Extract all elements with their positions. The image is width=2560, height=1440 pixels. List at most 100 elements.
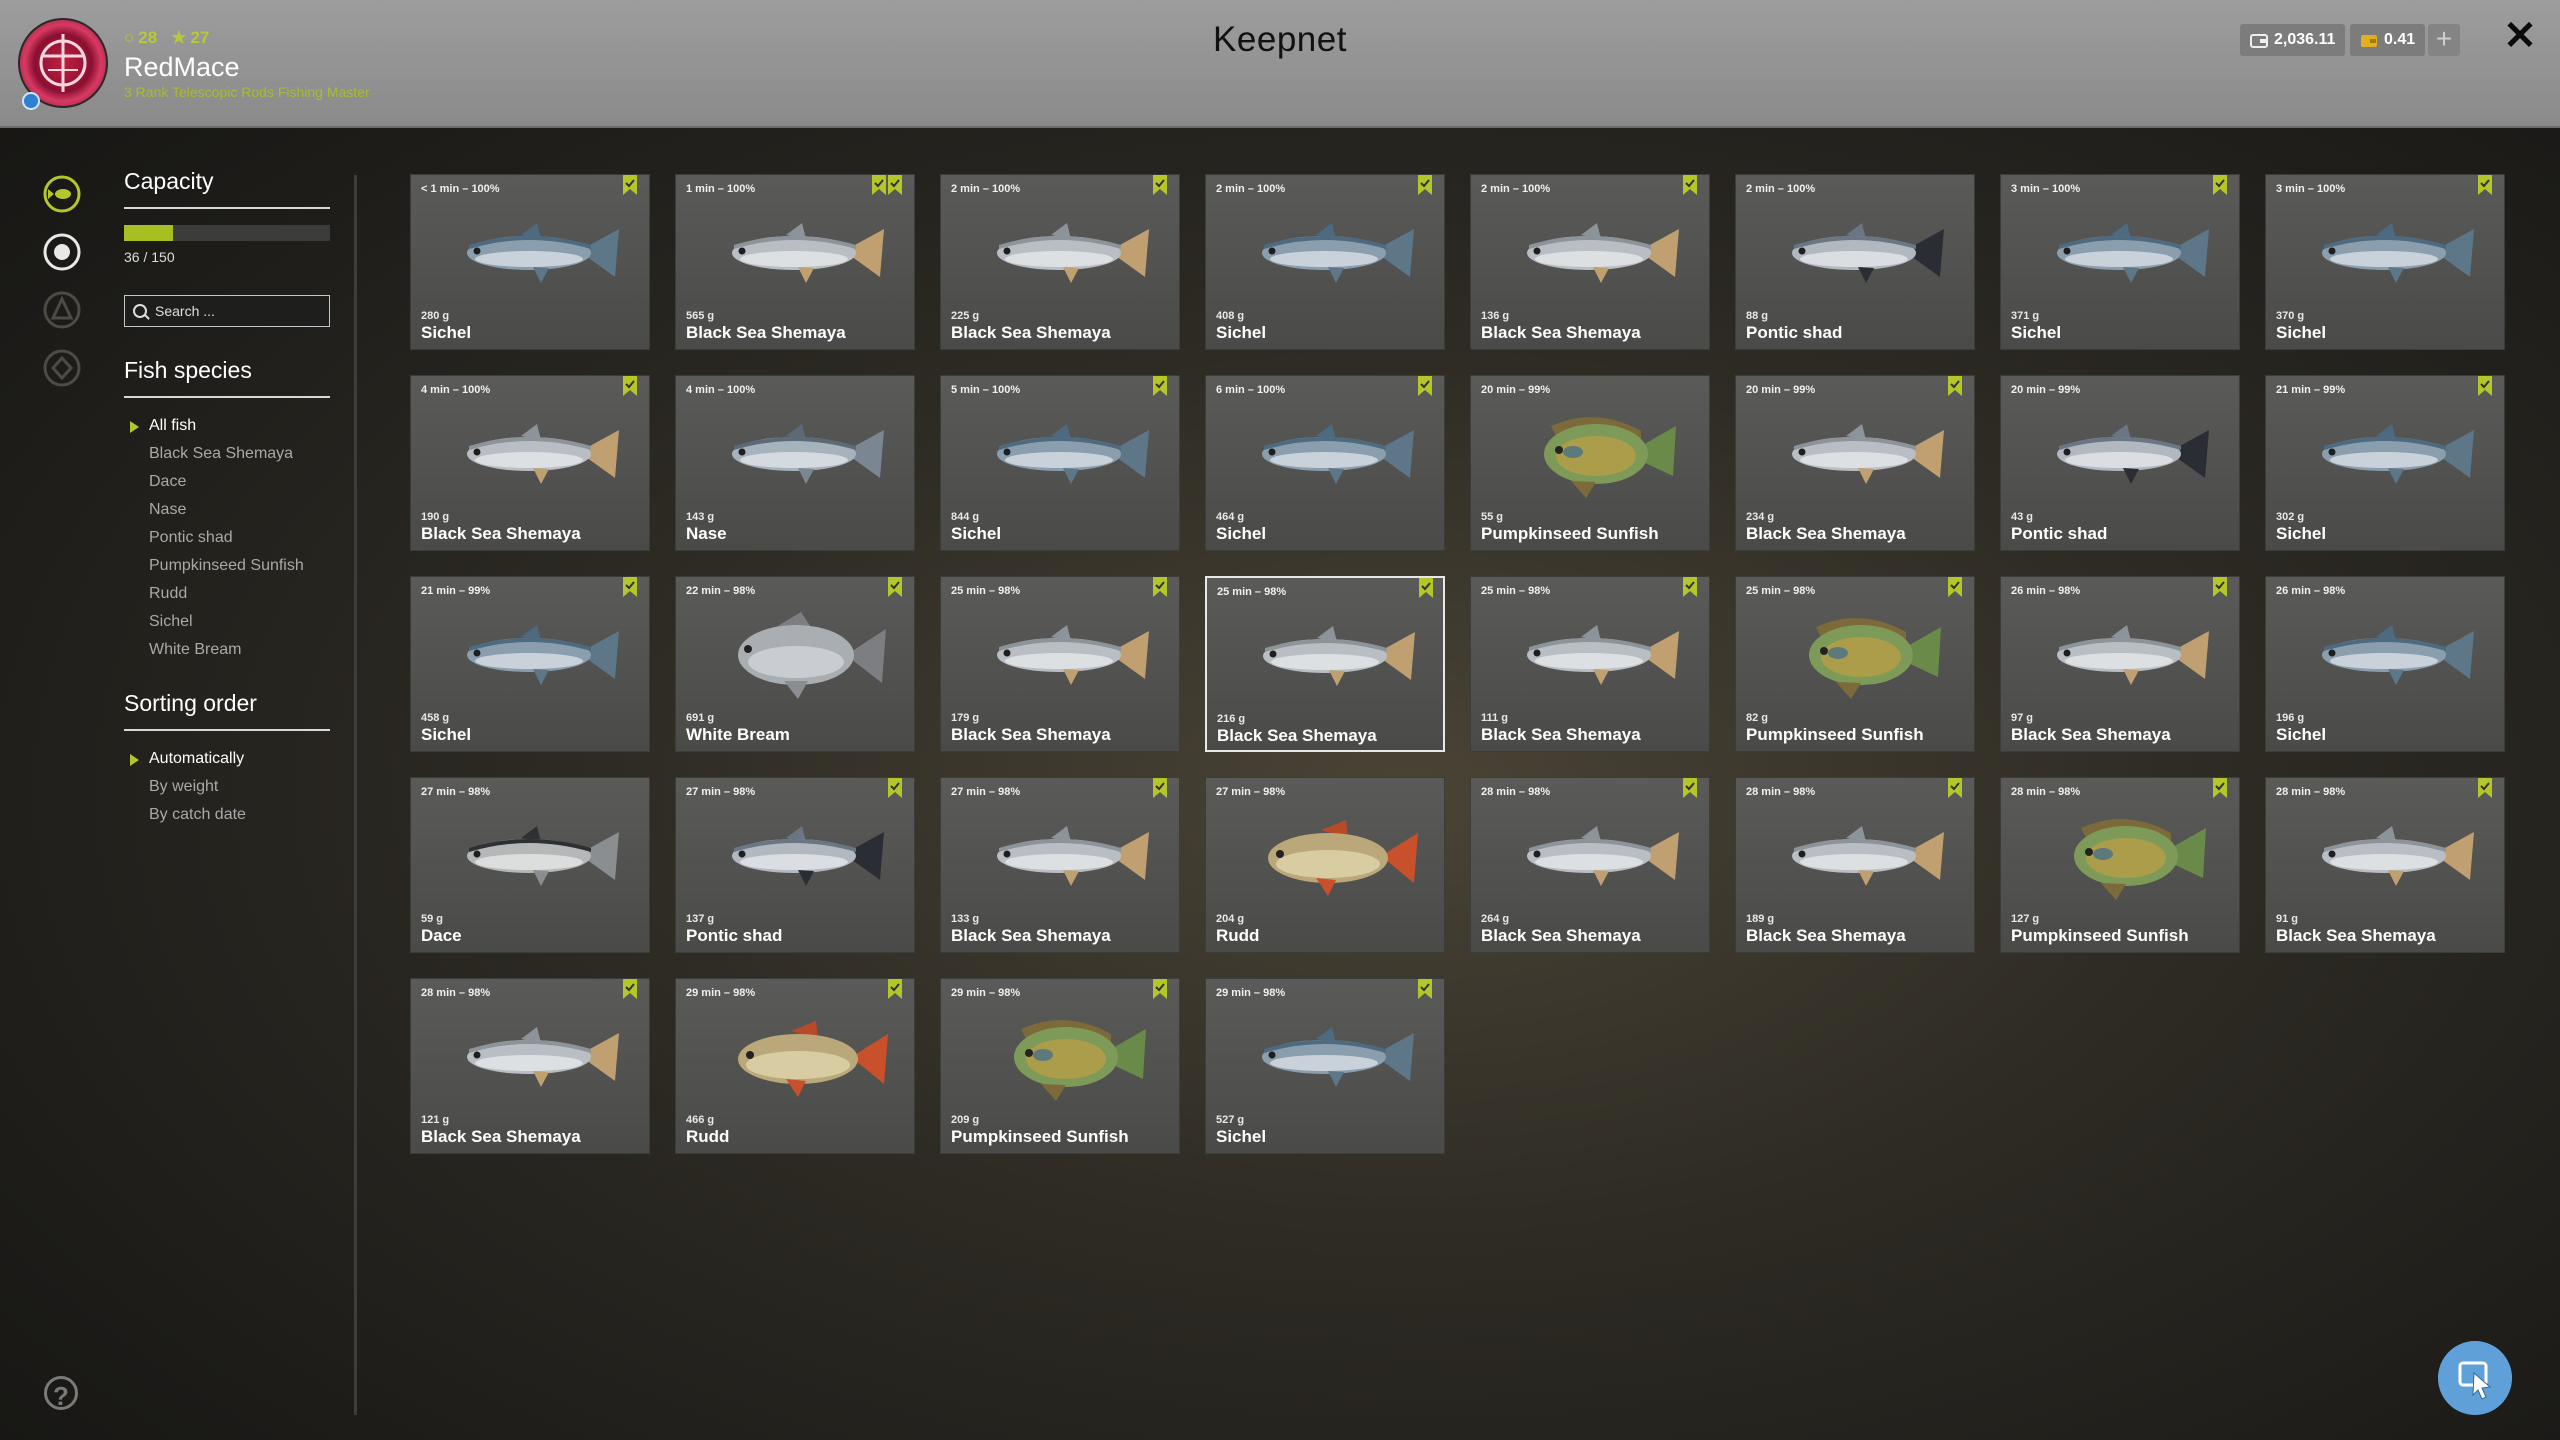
fish-card[interactable]: 25 min – 98% 111 g Black Sea Shemaya <box>1470 576 1710 752</box>
bookmark-icon[interactable] <box>1153 376 1167 396</box>
cursor-mode-button[interactable] <box>2438 1341 2512 1415</box>
fish-card[interactable]: 28 min – 98% 121 g Black Sea Shemaya <box>410 978 650 1154</box>
keepnet-grid: < 1 min – 100% 280 g Sichel 1 min – 100%… <box>410 174 2505 1154</box>
fish-card[interactable]: 4 min – 100% 190 g Black Sea Shemaya <box>410 375 650 551</box>
fish-card[interactable]: 3 min – 100% 371 g Sichel <box>2000 174 2240 350</box>
bookmark-icon[interactable] <box>1683 778 1697 798</box>
help-button[interactable]: ? <box>44 1376 78 1411</box>
species-item[interactable]: Pontic shad <box>124 524 330 552</box>
bookmark-icon[interactable] <box>1419 578 1433 598</box>
bookmark-icon[interactable] <box>1153 778 1167 798</box>
fish-card[interactable]: 27 min – 98% 204 g Rudd <box>1205 777 1445 953</box>
fish-weight: 565 g <box>686 310 715 322</box>
catch-time: 3 min – 100% <box>2276 183 2346 195</box>
species-item[interactable]: Rudd <box>124 580 330 608</box>
species-item[interactable]: All fish <box>124 412 330 440</box>
fish-name: Black Sea Shemaya <box>1746 926 1906 945</box>
fish-card[interactable]: 2 min – 100% 225 g Black Sea Shemaya <box>940 174 1180 350</box>
bookmark-icon[interactable] <box>888 577 902 597</box>
fish-card[interactable]: < 1 min – 100% 280 g Sichel <box>410 174 650 350</box>
bookmark-icon[interactable] <box>1948 376 1962 396</box>
bookmark-icon[interactable] <box>872 175 886 195</box>
fish-card[interactable]: 29 min – 98% 466 g Rudd <box>675 978 915 1154</box>
bookmark-icon[interactable] <box>1948 778 1962 798</box>
fish-card[interactable]: 27 min – 98% 137 g Pontic shad <box>675 777 915 953</box>
fish-card[interactable]: 20 min – 99% 55 g Pumpkinseed Sunfish <box>1470 375 1710 551</box>
fish-card[interactable]: 26 min – 98% 196 g Sichel <box>2265 576 2505 752</box>
bookmark-icon[interactable] <box>623 376 637 396</box>
fish-card[interactable]: 27 min – 98% 59 g Dace <box>410 777 650 953</box>
species-item[interactable]: Nase <box>124 496 330 524</box>
fish-card[interactable]: 5 min – 100% 844 g Sichel <box>940 375 1180 551</box>
fish-card[interactable]: 2 min – 100% 136 g Black Sea Shemaya <box>1470 174 1710 350</box>
fish-keepnet-tab-icon[interactable] <box>42 174 82 214</box>
bookmark-icon[interactable] <box>1153 577 1167 597</box>
bookmark-icon[interactable] <box>2213 577 2227 597</box>
pontic-shad-icon <box>732 826 884 886</box>
black-sea-shemaya-icon <box>997 625 1149 685</box>
records-tab-icon[interactable] <box>42 348 82 388</box>
bookmark-icon[interactable] <box>1153 175 1167 195</box>
bookmark-icon[interactable] <box>1418 979 1432 999</box>
fish-card[interactable]: 21 min – 99% 458 g Sichel <box>410 576 650 752</box>
bookmark-icon[interactable] <box>1683 175 1697 195</box>
add-currency-button[interactable]: + <box>2428 24 2460 56</box>
equipment-tab-icon[interactable] <box>42 232 82 272</box>
species-item[interactable]: Sichel <box>124 608 330 636</box>
bookmark-icon[interactable] <box>623 175 637 195</box>
fish-card[interactable]: 28 min – 98% 127 g Pumpkinseed Sunfish <box>2000 777 2240 953</box>
fish-card[interactable]: 25 min – 98% 82 g Pumpkinseed Sunfish <box>1735 576 1975 752</box>
bookmark-icon[interactable] <box>888 778 902 798</box>
catch-time: 1 min – 100% <box>686 183 756 195</box>
bookmark-icon[interactable] <box>623 979 637 999</box>
search-box[interactable] <box>124 295 330 327</box>
catch-time: 28 min – 98% <box>1481 786 1551 798</box>
bookmark-icon[interactable] <box>1153 979 1167 999</box>
fish-card[interactable]: 21 min – 99% 302 g Sichel <box>2265 375 2505 551</box>
bookmark-icon[interactable] <box>2478 376 2492 396</box>
fish-card[interactable]: 28 min – 98% 91 g Black Sea Shemaya <box>2265 777 2505 953</box>
search-input[interactable] <box>153 296 327 326</box>
species-item[interactable]: Black Sea Shemaya <box>124 440 330 468</box>
fish-card[interactable]: 28 min – 98% 189 g Black Sea Shemaya <box>1735 777 1975 953</box>
bookmark-icon[interactable] <box>623 577 637 597</box>
bookmark-icon[interactable] <box>2213 175 2227 195</box>
fish-card[interactable]: 28 min – 98% 264 g Black Sea Shemaya <box>1470 777 1710 953</box>
fish-card[interactable]: 25 min – 98% 179 g Black Sea Shemaya <box>940 576 1180 752</box>
catch-time: 2 min – 100% <box>1481 183 1551 195</box>
bookmark-icon[interactable] <box>1418 175 1432 195</box>
sorting-item[interactable]: By catch date <box>124 801 330 829</box>
fish-card[interactable]: 29 min – 98% 527 g Sichel <box>1205 978 1445 1154</box>
sorting-item[interactable]: By weight <box>124 773 330 801</box>
fish-card[interactable]: 20 min – 99% 234 g Black Sea Shemaya <box>1735 375 1975 551</box>
fish-card[interactable]: 6 min – 100% 464 g Sichel <box>1205 375 1445 551</box>
species-item[interactable]: White Bream <box>124 636 330 664</box>
sorting-item[interactable]: Automatically <box>124 745 330 773</box>
species-item[interactable]: Pumpkinseed Sunfish <box>124 552 330 580</box>
bookmark-icon[interactable] <box>1418 376 1432 396</box>
bookmark-icon[interactable] <box>2213 778 2227 798</box>
fish-name: Pumpkinseed Sunfish <box>2011 926 2189 945</box>
fish-card[interactable]: 22 min – 98% 691 g White Bream <box>675 576 915 752</box>
bookmark-icon[interactable] <box>1683 577 1697 597</box>
bookmark-icon[interactable] <box>1948 577 1962 597</box>
species-item[interactable]: Dace <box>124 468 330 496</box>
fish-name: Black Sea Shemaya <box>421 524 581 543</box>
close-button[interactable]: ✕ <box>2500 16 2540 56</box>
bookmark-icon[interactable] <box>888 979 902 999</box>
bookmark-icon[interactable] <box>2478 778 2492 798</box>
gold-balance: 0.41 <box>2350 24 2426 56</box>
fish-card[interactable]: 1 min – 100% 565 g Black Sea Shemaya <box>675 174 915 350</box>
fish-card[interactable]: 2 min – 100% 88 g Pontic shad <box>1735 174 1975 350</box>
bookmark-icon[interactable] <box>888 175 902 195</box>
fish-card[interactable]: 29 min – 98% 209 g Pumpkinseed Sunfish <box>940 978 1180 1154</box>
trophy-tab-icon[interactable] <box>42 290 82 330</box>
bookmark-icon[interactable] <box>2478 175 2492 195</box>
fish-card[interactable]: 26 min – 98% 97 g Black Sea Shemaya <box>2000 576 2240 752</box>
fish-card[interactable]: 20 min – 99% 43 g Pontic shad <box>2000 375 2240 551</box>
fish-card[interactable]: 2 min – 100% 408 g Sichel <box>1205 174 1445 350</box>
fish-card[interactable]: 4 min – 100% 143 g Nase <box>675 375 915 551</box>
fish-card[interactable]: 3 min – 100% 370 g Sichel <box>2265 174 2505 350</box>
fish-card[interactable]: 27 min – 98% 133 g Black Sea Shemaya <box>940 777 1180 953</box>
fish-card[interactable]: 25 min – 98% 216 g Black Sea Shemaya <box>1205 576 1445 752</box>
